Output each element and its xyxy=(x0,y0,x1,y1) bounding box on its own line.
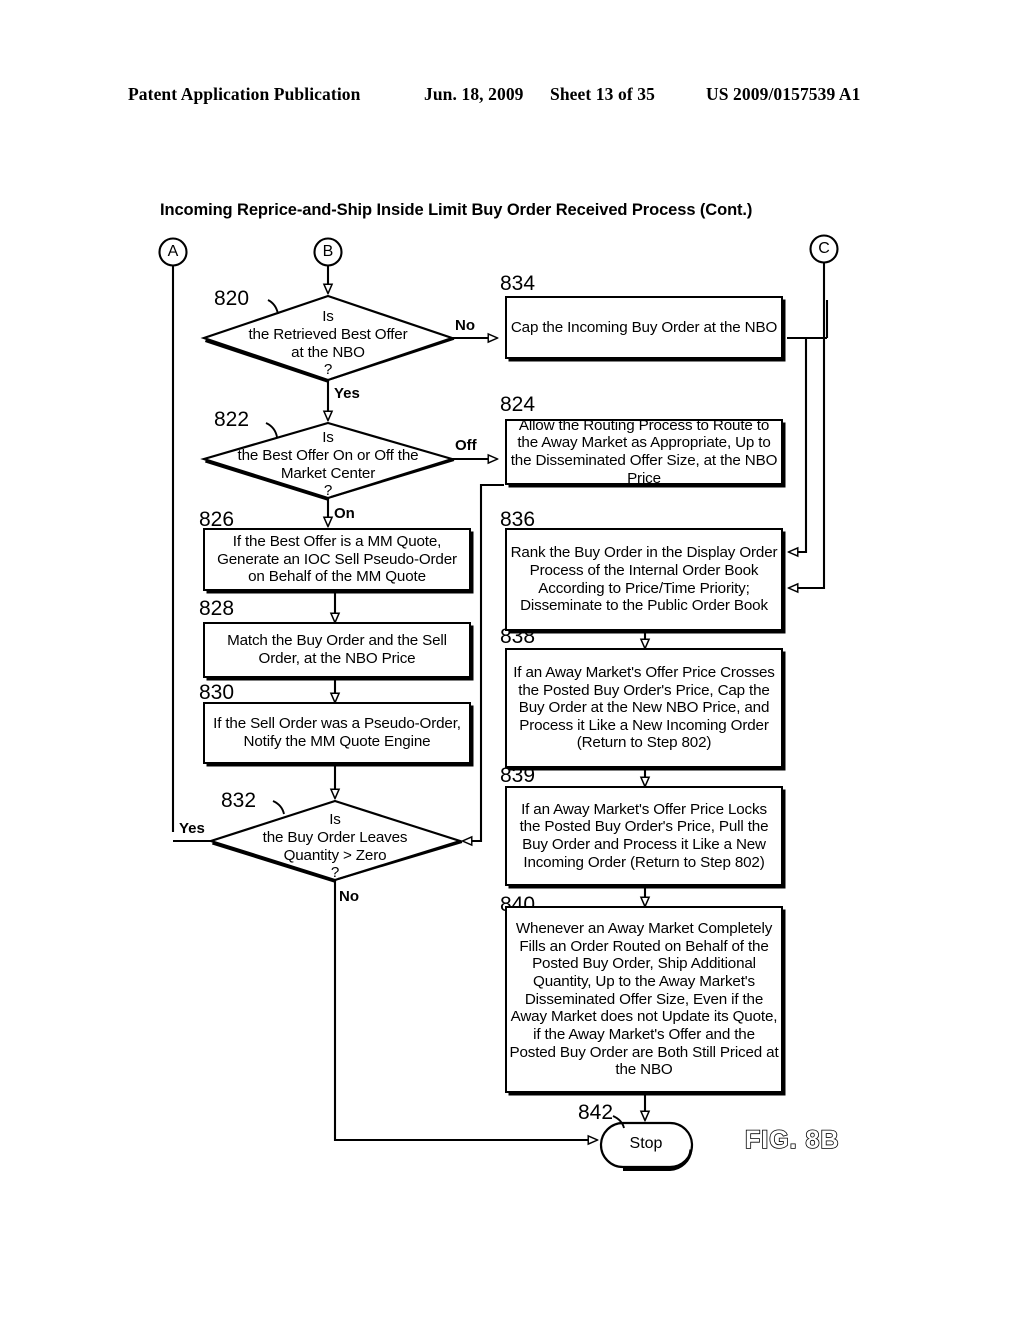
branch-label-820-yes: Yes xyxy=(334,385,360,402)
decision-820-line-2: the Retrieved Best Offer xyxy=(248,325,408,343)
branch-label-820-no: No xyxy=(455,317,475,334)
terminator-842-label: Stop xyxy=(629,1135,663,1152)
process-box-826: If the Best Offer is a MM Quote, Generat… xyxy=(203,528,471,591)
decision-820-line-3: at the NBO xyxy=(291,343,365,361)
decision-820-text: Is the Retrieved Best Offer at the NBO ? xyxy=(228,308,428,379)
decision-832-line-3: Quantity > Zero xyxy=(283,846,387,864)
connector-circle-a: A xyxy=(167,243,179,260)
figure-label: FIG. 8B xyxy=(744,1125,840,1155)
patent-number: US 2009/0157539 A1 xyxy=(706,84,861,104)
publication-date: Jun. 18, 2009 xyxy=(424,84,524,104)
process-box-836-text: Rank the Buy Order in the Display Order … xyxy=(510,544,778,615)
connector-circle-b: B xyxy=(322,243,334,260)
process-box-840-text: Whenever an Away Market Completely Fills… xyxy=(509,920,779,1079)
process-box-828-text: Match the Buy Order and the Sell Order, … xyxy=(227,632,447,667)
publication-label: Patent Application Publication xyxy=(128,84,361,104)
decision-822-text: Is the Best Offer On or Off the Market C… xyxy=(222,429,434,500)
process-box-834: Cap the Incoming Buy Order at the NBO xyxy=(505,296,783,359)
process-box-834-text: Cap the Incoming Buy Order at the NBO xyxy=(510,318,778,336)
decision-822-line-2: the Best Offer On or Off the xyxy=(237,446,419,464)
decision-820-line-4: ? xyxy=(323,361,333,379)
process-box-836: Rank the Buy Order in the Display Order … xyxy=(505,528,783,631)
branch-label-822-off: Off xyxy=(455,437,477,454)
branch-label-822-on: On xyxy=(334,505,355,522)
decision-822-line-3: Market Center xyxy=(280,464,376,482)
publication-header: Patent Application Publication Jun. 18, … xyxy=(128,84,896,110)
diagram-title: Incoming Reprice-and-Ship Inside Limit B… xyxy=(160,201,753,219)
process-box-824-text: Allow the Routing Process to Route to th… xyxy=(510,416,778,487)
process-box-824: Allow the Routing Process to Route to th… xyxy=(505,416,783,487)
refnum-834: 834 xyxy=(500,272,536,295)
sheet-number: Sheet 13 of 35 xyxy=(550,84,655,104)
decision-832-line-2: the Buy Order Leaves xyxy=(262,828,408,846)
process-box-838-text: If an Away Market's Offer Price Crosses … xyxy=(513,663,775,752)
process-box-838: If an Away Market's Offer Price Crosses … xyxy=(505,648,783,768)
process-box-828: Match the Buy Order and the Sell Order, … xyxy=(203,622,471,678)
decision-832-text: Is the Buy Order Leaves Quantity > Zero … xyxy=(235,811,435,882)
refnum-832: 832 xyxy=(221,789,257,812)
refnum-828: 828 xyxy=(199,597,235,620)
process-box-826-text: If the Best Offer is a MM Quote, Generat… xyxy=(217,533,457,586)
refnum-842: 842 xyxy=(578,1101,614,1124)
refnum-824: 824 xyxy=(500,393,536,416)
decision-832-line-1: Is xyxy=(329,811,341,828)
process-box-830: If the Sell Order was a Pseudo-Order, No… xyxy=(203,702,471,764)
patent-figure-page: Patent Application Publication Jun. 18, … xyxy=(0,0,1024,1320)
decision-820-line-1: Is xyxy=(322,308,334,325)
decision-822-line-1: Is xyxy=(322,429,334,446)
process-box-839-text: If an Away Market's Offer Price Locks th… xyxy=(519,800,769,871)
process-box-839: If an Away Market's Offer Price Locks th… xyxy=(505,786,783,886)
process-box-840: Whenever an Away Market Completely Fills… xyxy=(505,906,783,1093)
branch-label-832-no: No xyxy=(339,888,359,905)
process-box-830-text: If the Sell Order was a Pseudo-Order, No… xyxy=(213,715,461,750)
decision-822-line-4: ? xyxy=(323,482,333,500)
connector-circle-c: C xyxy=(818,240,830,257)
decision-832-line-4: ? xyxy=(330,864,340,882)
branch-label-832-yes: Yes xyxy=(179,820,205,837)
